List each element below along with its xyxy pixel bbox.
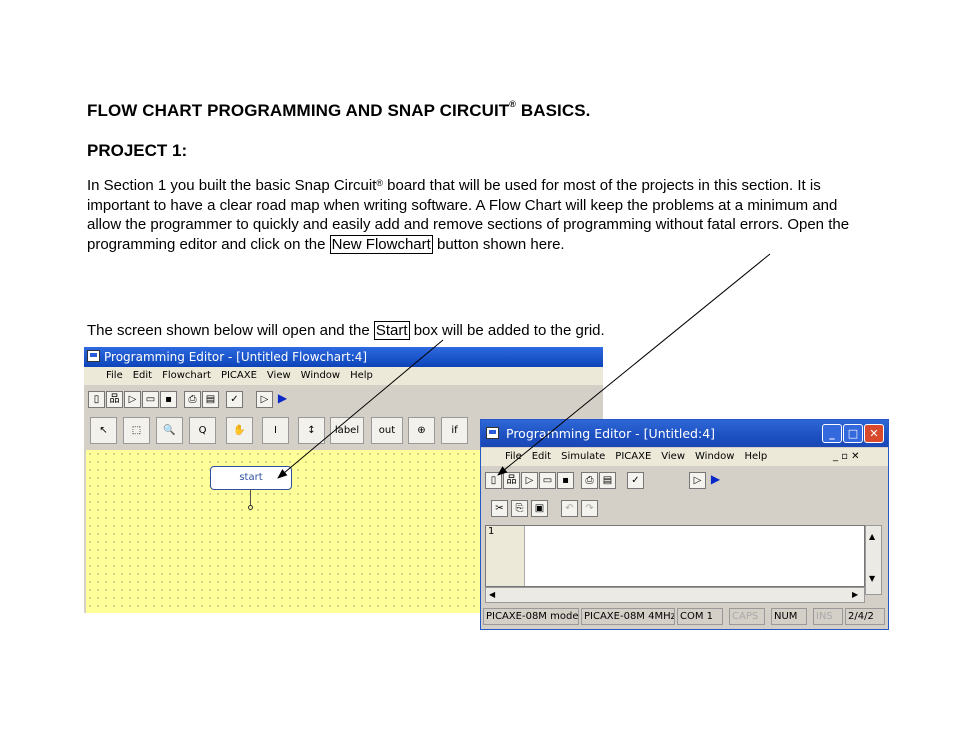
menu-help[interactable]: Help [739,448,772,466]
run-icon[interactable]: ▷ [256,391,273,408]
flowchart-toolbar: ▯ 品 ▷ ▭ ▪ ⎙ ▤ ✓ ▷ ▶ [86,389,326,411]
status-date: 2/4/2 [845,608,885,625]
scroll-up-icon[interactable]: ▲ [869,532,875,541]
menu-help[interactable]: Help [345,367,378,385]
status-ins: INS [813,608,843,625]
menu-edit[interactable]: Edit [527,448,556,466]
select-pointer-icon[interactable]: ↖ [90,417,117,444]
mdi-controls[interactable]: _ ▫ ✕ [833,448,860,466]
open-folder-icon[interactable]: ▭ [539,472,556,489]
menu-view[interactable]: View [262,367,296,385]
scroll-right-icon[interactable]: ▶ [852,590,858,599]
app-icon [87,350,100,362]
editor-titlebar: Programming Editor - [Untitled:4] _ □ ✕ [481,420,888,447]
screen-paragraph: The screen shown below will open and the… [87,321,605,340]
spellcheck-icon[interactable]: ✓ [226,391,243,408]
print-icon[interactable]: ⎙ [184,391,201,408]
new-step-icon[interactable]: ▷ [521,472,538,489]
menu-view[interactable]: View [656,448,690,466]
app-icon [486,427,499,439]
editor-toolbar-2: ✂ ⎘ ▣ ↶ ↷ [483,498,623,520]
run-icon[interactable]: ▷ [689,472,706,489]
properties-icon[interactable]: ▤ [599,472,616,489]
status-mode: PICAXE-08M mode [483,608,579,625]
undo-icon[interactable]: ↶ [561,500,578,517]
status-caps: CAPS [729,608,765,625]
scroll-down-icon[interactable]: ▼ [869,574,875,583]
status-port: COM 1 [677,608,723,625]
properties-icon[interactable]: ▤ [202,391,219,408]
select-box-icon[interactable]: ⬚ [123,417,150,444]
save-icon[interactable]: ▪ [160,391,177,408]
connector-node[interactable] [248,505,253,510]
menu-window[interactable]: Window [690,448,739,466]
play-icon[interactable]: ▶ [707,472,724,489]
menu-file[interactable]: File [84,367,128,385]
flowchart-titlebar: Programming Editor - [Untitled Flowchart… [84,347,603,367]
vertical-scrollbar[interactable]: ▲ ▼ [865,525,882,595]
save-icon[interactable]: ▪ [557,472,574,489]
menu-file[interactable]: File [481,448,527,466]
maximize-button[interactable]: □ [843,424,863,443]
process-tool-icon[interactable]: ⊕ [408,417,435,444]
new-step-icon[interactable]: ▷ [124,391,141,408]
horizontal-scrollbar[interactable]: ◀ ▶ [485,587,865,603]
start-callout: Start [373,321,410,340]
print-icon[interactable]: ⎙ [581,472,598,489]
new-file-icon[interactable]: ▯ [485,472,502,489]
menu-edit[interactable]: Edit [128,367,157,385]
start-connector [250,489,251,506]
minimize-button[interactable]: _ [822,424,842,443]
close-button[interactable]: ✕ [864,424,884,443]
editor-window: Programming Editor - [Untitled:4] _ □ ✕ … [480,419,889,630]
new-flowchart-callout: New Flowchart [329,234,433,254]
zoom-out-icon[interactable]: Q [189,417,216,444]
new-file-icon[interactable]: ▯ [88,391,105,408]
spellcheck-icon[interactable]: ✓ [627,472,644,489]
pan-hand-icon[interactable]: ✋ [226,417,253,444]
code-editor[interactable]: 1 [485,525,865,587]
status-num: NUM [771,608,807,625]
zoom-icon[interactable]: 🔍 [156,417,183,444]
cut-icon[interactable]: ✂ [491,500,508,517]
editor-menubar: File Edit Simulate PICAXE View Window Help _ ▫… [481,448,888,466]
copy-icon[interactable]: ⎘ [511,500,528,517]
menu-simulate[interactable]: Simulate [556,448,610,466]
line-number: 1 [488,526,495,537]
start-box[interactable]: start [210,466,292,490]
new-flowchart-icon[interactable]: 品 [106,391,123,408]
scroll-left-icon[interactable]: ◀ [489,590,495,599]
flowchart-menubar: File Edit Flowchart PICAXE View Window Help [84,367,603,385]
text-cursor-icon[interactable]: I [262,417,289,444]
connector-icon[interactable]: ↕ [298,417,325,444]
label-tool[interactable]: label [330,417,364,444]
redo-icon[interactable]: ↷ [581,500,598,517]
out-tool[interactable]: out [371,417,403,444]
line-gutter: 1 [486,526,525,586]
status-bar: PICAXE-08M mode PICAXE-08M 4MHz COM 1 CA… [483,608,886,626]
play-icon[interactable]: ▶ [274,391,291,408]
new-flowchart-icon[interactable]: 品 [503,472,520,489]
status-chip: PICAXE-08M 4MHz [581,608,675,625]
menu-picaxe[interactable]: PICAXE [216,367,262,385]
page-title: FLOW CHART PROGRAMMING AND SNAP CIRCUIT®… [87,99,591,120]
menu-picaxe[interactable]: PICAXE [610,448,656,466]
paste-icon[interactable]: ▣ [531,500,548,517]
editor-toolbar-1: ▯ 品 ▷ ▭ ▪ ⎙ ▤ ✓ ▷ ▶ [483,470,743,492]
menu-flowchart[interactable]: Flowchart [157,367,216,385]
project-heading: PROJECT 1: [87,141,188,160]
open-folder-icon[interactable]: ▭ [142,391,159,408]
intro-paragraph: In Section 1 you built the basic Snap Ci… [87,177,850,254]
if-tool[interactable]: if [441,417,468,444]
menu-window[interactable]: Window [296,367,345,385]
